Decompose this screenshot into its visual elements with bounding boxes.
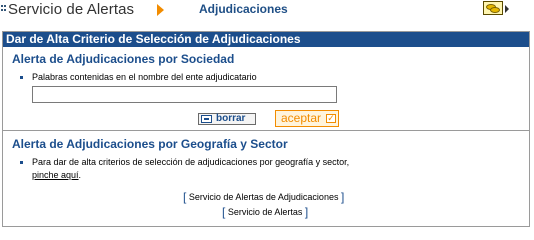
top-bar: Servicio de Alertas Adjudicaciones — [0, 0, 534, 22]
bullet-icon — [20, 161, 23, 164]
sociedad-section-title: Alerta de Adjudicaciones por Sociedad — [12, 52, 235, 66]
pinche-aqui-line: pinche aquí. — [32, 170, 81, 180]
coins-icon[interactable] — [483, 1, 509, 17]
panel-title: Dar de Alta Criterio de Selección de Adj… — [3, 32, 529, 47]
geografia-section-title: Alerta de Adjudicaciones por Geografía y… — [12, 137, 288, 151]
alta-criterio-panel: Dar de Alta Criterio de Selección de Adj… — [2, 31, 530, 227]
borrar-label: borrar — [216, 113, 246, 124]
servicio-alertas-label: Servicio de Alertas — [227, 207, 303, 217]
dots-icon — [1, 4, 7, 16]
section-link-adjudicaciones[interactable]: Adjudicaciones — [199, 2, 288, 16]
borrar-button[interactable]: borrar — [198, 113, 256, 125]
alertas-adjudicaciones-label: Servicio de Alertas de Adjudicaciones — [188, 192, 339, 202]
eraser-icon — [201, 115, 212, 123]
arrow-right-icon — [157, 4, 164, 16]
bullet-icon — [20, 76, 23, 79]
pinche-aqui-link[interactable]: pinche aquí — [32, 170, 79, 180]
app-title: Servicio de Alertas — [8, 1, 135, 18]
ente-field-label: Palabras contenidas en el nombre del ent… — [32, 72, 257, 82]
servicio-alertas-link[interactable]: [ Servicio de Alertas ] — [222, 204, 308, 219]
geografia-instructions: Para dar de alta criterios de selección … — [32, 157, 350, 167]
section-divider — [3, 130, 529, 131]
check-icon: ✓ — [326, 113, 336, 123]
ente-adjudicatario-input[interactable] — [32, 86, 337, 103]
aceptar-button[interactable]: aceptar ✓ — [275, 110, 339, 127]
link-suffix: . — [78, 170, 82, 180]
aceptar-label: aceptar — [281, 111, 322, 125]
alertas-adjudicaciones-link[interactable]: [ Servicio de Alertas de Adjudicaciones … — [183, 189, 344, 204]
